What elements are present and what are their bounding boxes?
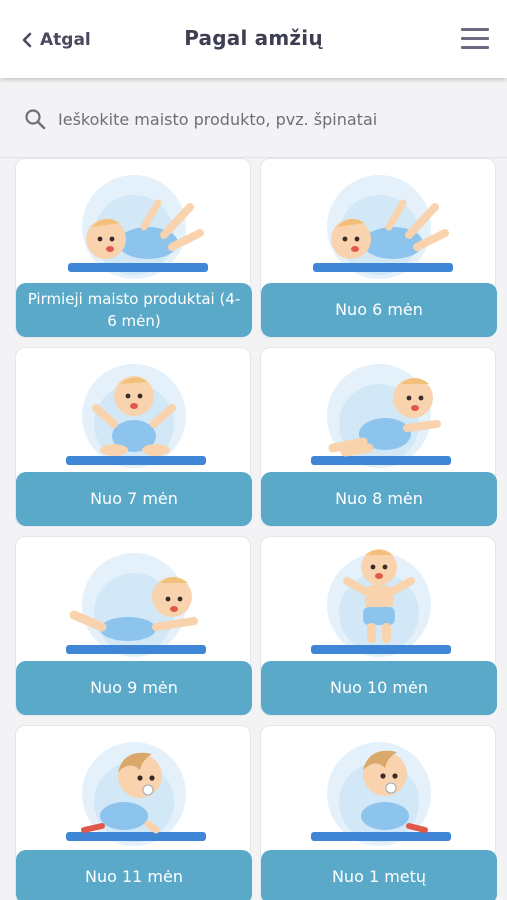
- age-card-label: Nuo 11 mėn: [16, 850, 252, 900]
- age-card-label: Pirmieji maisto produktai (4-6 mėn): [16, 283, 252, 337]
- baby-crawling-pacifier-icon: [66, 742, 206, 846]
- baby-lying-icon: [313, 175, 453, 279]
- page-title: Pagal amžių: [184, 26, 323, 50]
- search-input[interactable]: [58, 104, 478, 134]
- age-card-8m[interactable]: Nuo 8 mėn: [260, 347, 497, 527]
- hamburger-menu-icon[interactable]: [461, 28, 489, 50]
- age-card-1y[interactable]: Nuo 1 metų: [260, 725, 497, 900]
- age-card-9m[interactable]: Nuo 9 mėn: [15, 536, 252, 716]
- top-bar: Atgal Pagal amžių: [0, 0, 507, 78]
- age-card-7m[interactable]: Nuo 7 mėn: [15, 347, 252, 527]
- baby-lying-icon: [68, 175, 208, 279]
- baby-sitting-icon: [66, 364, 206, 468]
- baby-crawling-pacifier-icon: [311, 742, 451, 846]
- search-icon: [25, 109, 46, 130]
- baby-reclining-icon: [311, 364, 451, 468]
- age-card-10m[interactable]: Nuo 10 mėn: [260, 536, 497, 716]
- age-card-label: Nuo 10 mėn: [261, 661, 497, 715]
- baby-tummy-icon: [66, 553, 206, 657]
- age-card-label: Nuo 9 mėn: [16, 661, 252, 715]
- age-group-grid: Pirmieji maisto produktai (4-6 mėn) Nuo …: [0, 158, 507, 900]
- age-card-6m[interactable]: Nuo 6 mėn: [260, 158, 497, 338]
- age-card-11m[interactable]: Nuo 11 mėn: [15, 725, 252, 900]
- age-card-first-foods[interactable]: Pirmieji maisto produktai (4-6 mėn): [15, 158, 252, 338]
- age-card-label: Nuo 1 metų: [261, 850, 497, 900]
- age-card-label: Nuo 6 mėn: [261, 283, 497, 337]
- baby-standing-icon: [311, 549, 451, 657]
- age-card-label: Nuo 8 mėn: [261, 472, 497, 526]
- search-bar: [0, 80, 507, 158]
- age-card-label: Nuo 7 mėn: [16, 472, 252, 526]
